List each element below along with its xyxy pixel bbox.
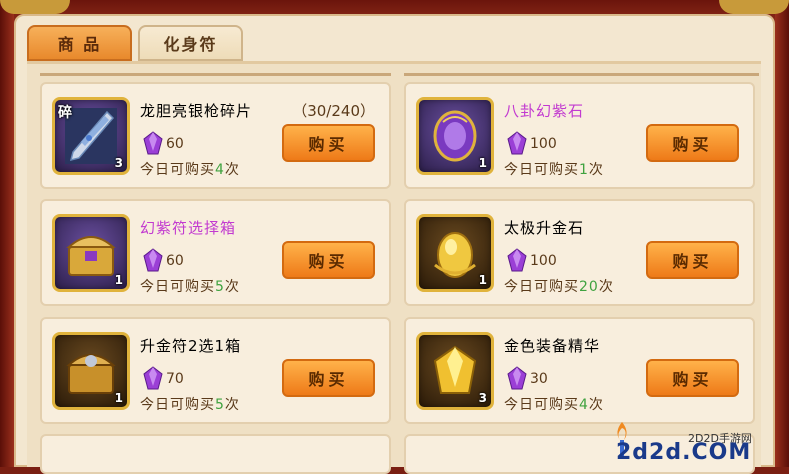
buy-button[interactable]: 购买 (282, 241, 375, 279)
item-name: 升金符2选1箱 (140, 337, 242, 355)
purple-gem-icon (143, 366, 163, 390)
stage-curtain-left (0, 0, 14, 467)
stage-curtain-right (775, 0, 789, 467)
fragment-badge: 碎 (58, 105, 72, 121)
item-name: 金色装备精华 (504, 337, 601, 355)
buy-button[interactable]: 购买 (646, 124, 739, 162)
item-price: 100 (530, 136, 557, 152)
shop-item-card: 1 太极升金石 100 今日可购买20次 购买 (404, 199, 755, 306)
purple-gem-icon (143, 131, 163, 155)
item-name: 八卦幻紫石 (504, 102, 585, 120)
item-price: 100 (530, 253, 557, 269)
purple-gem-icon (507, 131, 527, 155)
item-count: 1 (478, 273, 487, 287)
purple-gem-icon (507, 248, 527, 272)
item-icon-frame[interactable]: 1 (52, 332, 130, 410)
purple-gem-icon (143, 248, 163, 272)
silver-spear-icon (65, 108, 117, 164)
item-price: 60 (166, 253, 184, 269)
item-icon-frame[interactable]: 碎 3 (52, 97, 130, 175)
divider (404, 73, 759, 76)
item-icon-frame[interactable]: 1 (416, 97, 494, 175)
item-name: 龙胆亮银枪碎片 (140, 102, 253, 120)
gold-chest-icon (66, 354, 116, 394)
item-name: 太极升金石 (504, 219, 585, 237)
divider (40, 73, 391, 76)
item-count: 3 (478, 391, 487, 405)
tab-avatar-charm[interactable]: 化身符 (138, 25, 243, 61)
item-price: 30 (530, 371, 548, 387)
purple-orb-icon (433, 110, 477, 162)
item-count: 3 (114, 156, 123, 170)
treasure-chest-icon (66, 236, 116, 276)
gold-egg-icon (434, 232, 476, 278)
purchase-limit: 今日可购买4次 (140, 162, 240, 178)
gold-ornament-left (0, 0, 70, 14)
purchase-limit: 今日可购买4次 (504, 397, 604, 413)
shop-item-card: 1 幻紫符选择箱 60 今日可购买5次 购买 (40, 199, 391, 306)
buy-button[interactable]: 购买 (646, 359, 739, 397)
purchase-limit: 今日可购买1次 (504, 162, 604, 178)
purchase-limit: 今日可购买5次 (140, 397, 240, 413)
purple-gem-icon (507, 366, 527, 390)
gold-ornament-right (719, 0, 789, 14)
watermark-en: 2d2d.COM (616, 440, 752, 465)
gold-gem-icon (433, 345, 477, 394)
buy-button[interactable]: 购买 (282, 124, 375, 162)
buy-button[interactable]: 购买 (646, 241, 739, 279)
shop-item-card: 1 升金符2选1箱 70 今日可购买5次 购买 (40, 317, 391, 424)
shop-item-card: 碎 3 龙胆亮银枪碎片 （30/240） 60 今日可购买4次 购买 (40, 82, 391, 189)
purchase-limit: 今日可购买5次 (140, 279, 240, 295)
item-price: 60 (166, 136, 184, 152)
shop-item-card: 3 金色装备精华 30 今日可购买4次 购买 (404, 317, 755, 424)
item-name: 幻紫符选择箱 (140, 219, 237, 237)
item-icon-frame[interactable]: 3 (416, 332, 494, 410)
purchase-limit: 今日可购买20次 (504, 279, 614, 295)
site-watermark: 2D2D手游网 2d2d.COM (610, 416, 780, 465)
item-count: 1 (114, 391, 123, 405)
item-icon-frame[interactable]: 1 (52, 214, 130, 292)
shop-item-card: 1 八卦幻紫石 100 今日可购买1次 购买 (404, 82, 755, 189)
shop-item-card-partial (40, 434, 391, 474)
item-count: 1 (114, 273, 123, 287)
item-price: 70 (166, 371, 184, 387)
buy-button[interactable]: 购买 (282, 359, 375, 397)
item-count: 1 (478, 156, 487, 170)
item-icon-frame[interactable]: 1 (416, 214, 494, 292)
tab-goods[interactable]: 商 品 (27, 25, 132, 61)
item-progress: （30/240） (292, 102, 375, 120)
